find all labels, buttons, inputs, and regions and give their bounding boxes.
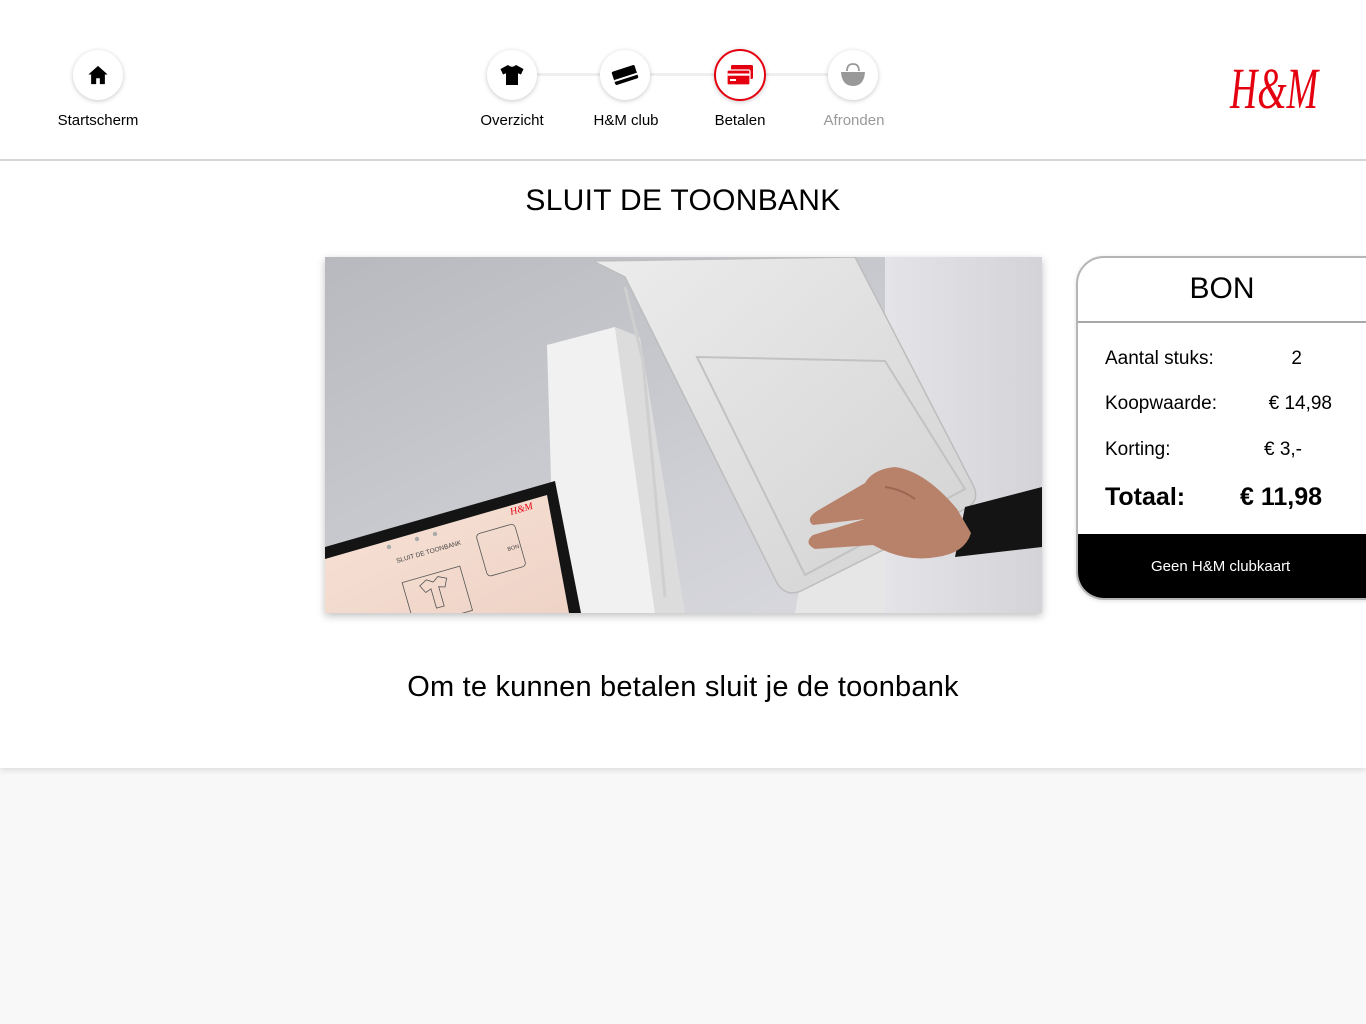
step-navigation-header: Startscherm Overzicht H&M club Betalen A… [0,0,1366,161]
svg-text:H&M: H&M [1229,56,1319,121]
step-connector [650,73,716,76]
home-label[interactable]: Startscherm [28,112,168,129]
tshirt-icon [500,65,524,85]
instruction-video[interactable]: H&M SLUIT DE TOONBANK BON [325,257,1042,613]
shopping-bag-icon [841,63,865,86]
purchase-value-value: € 14,98 [1268,393,1332,414]
discount-value: € 3,- [1263,439,1302,460]
membership-card-icon [611,65,639,85]
step-afronden-button[interactable] [828,50,878,100]
step-connector [537,73,601,76]
credit-card-icon [726,65,753,86]
purchase-value-label: Koopwaarde: [1105,393,1217,414]
step-connector [764,73,829,76]
receipt-divider [1078,321,1366,323]
total-value: € 11,98 [1239,483,1322,511]
step-betalen-button[interactable] [714,49,766,101]
checkout-screen: Startscherm Overzicht H&M club Betalen A… [0,0,1366,768]
instruction-text: Om te kunnen betalen sluit je de toonban… [407,671,959,703]
step-overzicht-button[interactable] [487,50,537,100]
receipt-title: BON [1189,272,1255,305]
instruction-illustration: H&M SLUIT DE TOONBANK BON [325,257,1042,613]
step-hm-club-button[interactable] [600,50,650,100]
step-afronden-label[interactable]: Afronden [784,112,924,129]
hm-logo: H&M [1229,56,1319,121]
home-icon [88,65,108,85]
discount-label: Korting: [1105,439,1171,460]
receipt-panel: BON Aantal stuks: 2 Koopwaarde: € 14,98 … [1076,256,1366,600]
no-club-card-button[interactable]: Geen H&M clubkaart [1078,534,1366,598]
page-title: SLUIT DE TOONBANK [525,184,841,217]
total-label: Totaal: [1105,483,1186,511]
item-count-value: 2 [1291,348,1302,369]
home-button[interactable] [73,50,123,100]
